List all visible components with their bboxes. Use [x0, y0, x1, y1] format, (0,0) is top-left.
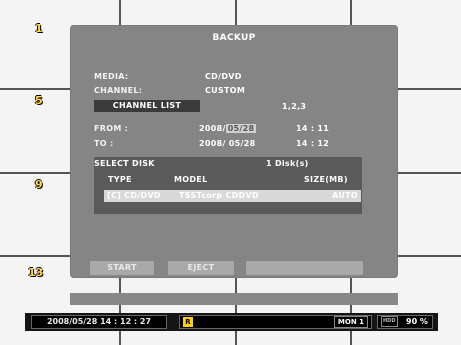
- column-type: TYPE: [108, 175, 132, 184]
- from-date[interactable]: 2008/05/28: [199, 124, 257, 133]
- from-label: FROM :: [94, 124, 129, 133]
- progress-strip: [70, 293, 398, 305]
- eject-button[interactable]: EJECT: [168, 261, 234, 275]
- empty-button[interactable]: [246, 261, 363, 275]
- disk-type: [C] CD/DVD: [107, 191, 161, 200]
- channel-value[interactable]: CUSTOM: [205, 86, 245, 95]
- column-size: SIZE(MB): [304, 175, 348, 184]
- camera-number-1: 1: [35, 22, 43, 35]
- disk-count: 1 Disk(s): [266, 159, 309, 168]
- channel-list-value: 1,2,3: [282, 102, 307, 111]
- camera-number-13: 13: [28, 266, 44, 279]
- status-indicators: R MON 1: [179, 315, 372, 329]
- hdd-label: HDD: [381, 316, 398, 327]
- status-bar: 2008/05/28 14 : 12 : 27 R MON 1 HDD 90 %: [25, 313, 438, 331]
- hdd-status: HDD 90 %: [377, 315, 433, 329]
- media-label: MEDIA:: [94, 72, 129, 81]
- camera-number-5: 5: [35, 94, 43, 107]
- monitor-indicator[interactable]: MON 1: [333, 316, 368, 328]
- from-time[interactable]: 14 : 11: [296, 124, 329, 133]
- hdd-usage: 90 %: [406, 317, 428, 326]
- select-disk-label: SELECT DISK: [94, 159, 155, 168]
- disk-model: TSSTcorp CDDVD: [179, 191, 259, 200]
- status-datetime: 2008/05/28 14 : 12 : 27: [31, 315, 167, 329]
- start-button[interactable]: START: [90, 261, 154, 275]
- backup-dialog: BACKUP MEDIA: CD/DVD CHANNEL: CUSTOM CHA…: [70, 25, 398, 278]
- record-indicator: R: [183, 317, 193, 327]
- column-model: MODEL: [174, 175, 208, 184]
- to-date[interactable]: 2008/ 05/28: [199, 139, 255, 148]
- media-value[interactable]: CD/DVD: [205, 72, 242, 81]
- from-date-year: 2008/: [199, 124, 226, 133]
- camera-number-9: 9: [35, 178, 43, 191]
- channel-label: CHANNEL:: [94, 86, 143, 95]
- to-label: TO :: [94, 139, 114, 148]
- channel-list-button[interactable]: CHANNEL LIST: [94, 100, 200, 112]
- dialog-title: BACKUP: [212, 33, 256, 43]
- from-date-selected[interactable]: 05/28: [225, 124, 257, 133]
- disk-size: AUTO: [332, 191, 358, 200]
- to-time[interactable]: 14 : 12: [296, 139, 329, 148]
- disk-row[interactable]: [C] CD/DVD TSSTcorp CDDVD AUTO: [104, 190, 361, 202]
